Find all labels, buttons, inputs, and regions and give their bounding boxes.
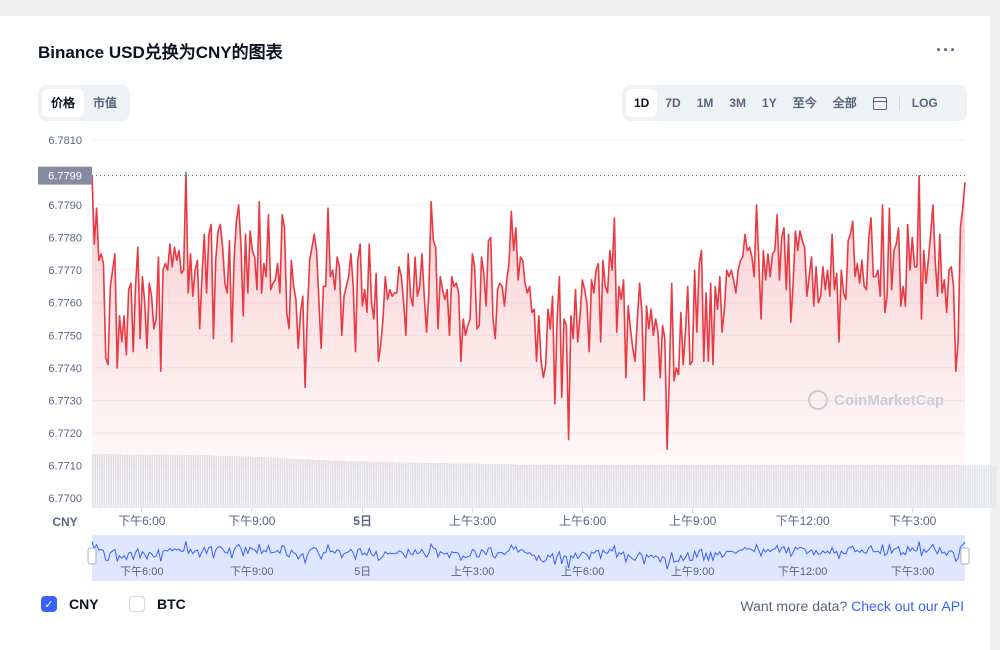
- x-tick-label: 下午9:00: [228, 514, 276, 528]
- price-area: [92, 172, 965, 509]
- volume-bar: [990, 465, 992, 508]
- volume-bar: [994, 465, 997, 508]
- checkbox-unchecked-icon[interactable]: [129, 596, 145, 612]
- more-data-text: Want more data?: [740, 598, 848, 614]
- y-tick-label: 6.7770: [48, 265, 82, 277]
- legend-label-cny: CNY: [69, 596, 99, 612]
- navigator-tick-label: 上午6:00: [561, 565, 604, 578]
- y-tick-label: 6.7750: [48, 330, 82, 342]
- y-tick-label: 6.7760: [48, 298, 82, 310]
- navigator-handle[interactable]: [960, 547, 970, 565]
- volume-bar: [971, 465, 974, 508]
- current-price-label: 6.7799: [48, 171, 82, 183]
- more-data-note: Want more data? Check out our API: [740, 598, 964, 614]
- watermark-text: CoinMarketCap: [834, 391, 945, 409]
- volume-bar: [967, 465, 969, 508]
- y-tick-label: 6.7700: [48, 493, 82, 505]
- checkbox-checked-icon[interactable]: ✓: [41, 596, 57, 612]
- y-tick-label: 6.7710: [48, 461, 82, 473]
- x-tick-label: 下午6:00: [118, 514, 166, 528]
- navigator-tick-label: 下午3:00: [891, 565, 934, 578]
- api-link[interactable]: Check out our API: [851, 598, 964, 614]
- navigator-tick-label: 5日: [354, 566, 371, 578]
- volume-bar: [980, 465, 983, 508]
- navigator-selection: [92, 535, 965, 581]
- y-tick-label: 6.7730: [48, 395, 82, 407]
- x-tick-label: 5日: [353, 514, 372, 528]
- price-chart[interactable]: 6.78106.78006.77906.77806.77706.77606.77…: [0, 0, 1000, 650]
- navigator-tick-label: 下午6:00: [120, 565, 163, 578]
- volume-bar: [987, 465, 990, 508]
- volume-bar: [965, 465, 967, 508]
- watermark: CoinMarketCap: [808, 390, 944, 410]
- navigator-tick-label: 下午12:00: [778, 565, 828, 578]
- y-tick-label: 6.7740: [48, 363, 82, 375]
- volume-bar: [969, 465, 972, 508]
- y-tick-label: 6.7720: [48, 428, 82, 440]
- x-tick-label: 上午6:00: [559, 514, 607, 528]
- y-tick-label: 6.7810: [48, 135, 82, 147]
- navigator-tick-label: 下午9:00: [230, 565, 273, 578]
- volume-bar: [983, 465, 985, 508]
- legend-label-btc: BTC: [157, 596, 186, 612]
- x-axis-label: CNY: [52, 515, 77, 529]
- volume-bar: [974, 465, 976, 508]
- x-tick-label: 上午9:00: [669, 514, 717, 528]
- navigator-tick-label: 上午9:00: [671, 565, 714, 578]
- volume-bar: [985, 465, 988, 508]
- x-tick-label: 下午12:00: [776, 514, 830, 528]
- volume-bar: [992, 465, 995, 508]
- volume-bar: [976, 465, 979, 508]
- legend-cny[interactable]: ✓ CNY: [41, 596, 99, 612]
- y-tick-label: 6.7790: [48, 200, 82, 212]
- coinmarketcap-logo-icon: [808, 390, 828, 410]
- navigator-handle[interactable]: [87, 547, 97, 565]
- x-tick-label: 上午3:00: [449, 514, 497, 528]
- y-tick-label: 6.7780: [48, 233, 82, 245]
- volume-bar: [978, 465, 981, 508]
- x-tick-label: 下午3:00: [889, 514, 937, 528]
- legend-btc[interactable]: BTC: [129, 596, 186, 612]
- navigator-tick-label: 上午3:00: [451, 565, 494, 578]
